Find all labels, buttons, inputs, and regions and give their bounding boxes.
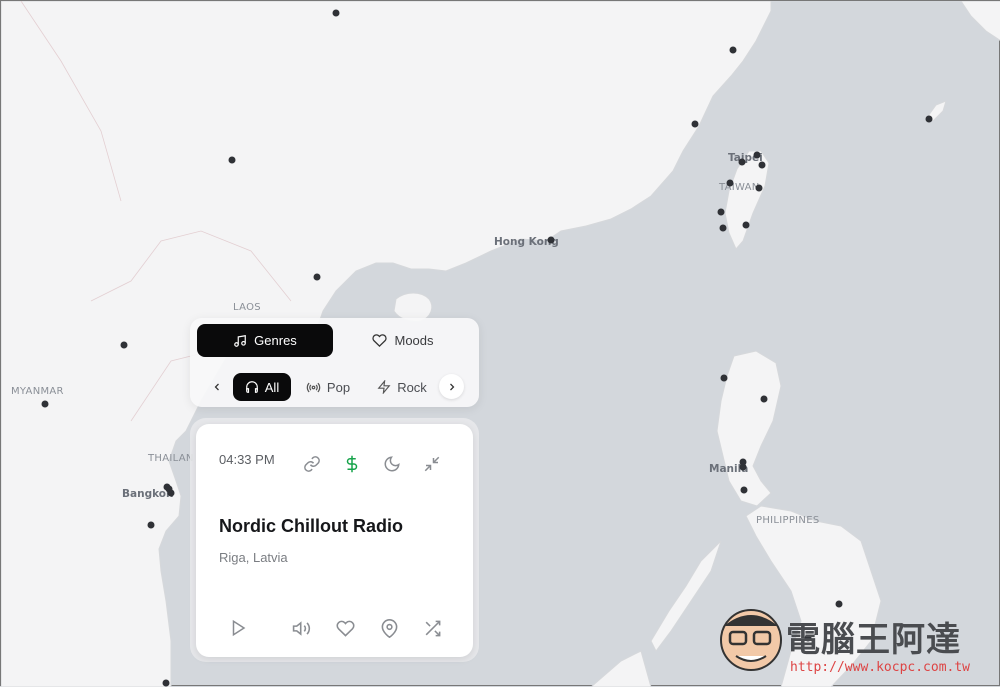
chevron-right-icon bbox=[449, 383, 454, 390]
locate-button[interactable] bbox=[377, 616, 401, 640]
station-card-frame: 04:33 PM Nordic Chillout Radio Riga, Lat… bbox=[190, 418, 479, 662]
station-marker[interactable] bbox=[691, 120, 699, 128]
station-marker[interactable] bbox=[547, 236, 555, 244]
station-marker[interactable] bbox=[925, 115, 933, 123]
station-marker[interactable] bbox=[760, 395, 768, 403]
volume-button[interactable] bbox=[289, 616, 313, 640]
headphones-icon bbox=[245, 381, 258, 393]
watermark-mascot bbox=[720, 609, 782, 671]
map-canvas[interactable]: LAOS MYANMAR THAILAN Bangkok Hong Kong T… bbox=[0, 0, 1000, 687]
station-marker[interactable] bbox=[835, 600, 843, 608]
dollar-icon bbox=[346, 455, 358, 473]
station-marker[interactable] bbox=[739, 463, 747, 471]
map-label-taiwan: TAIWAN bbox=[719, 182, 760, 193]
radio-waves-icon bbox=[306, 382, 321, 392]
tab-moods[interactable]: Moods bbox=[334, 324, 472, 357]
minimize-icon bbox=[424, 456, 440, 472]
chip-pop[interactable]: Pop bbox=[302, 373, 354, 401]
chevron-left-icon bbox=[214, 383, 219, 390]
link-icon bbox=[304, 456, 320, 472]
chip-all[interactable]: All bbox=[233, 373, 291, 401]
station-marker[interactable] bbox=[313, 273, 321, 281]
favorite-button[interactable] bbox=[333, 616, 357, 640]
shuffle-button[interactable] bbox=[420, 616, 444, 640]
station-marker[interactable] bbox=[738, 158, 746, 166]
play-icon bbox=[232, 619, 246, 637]
station-marker[interactable] bbox=[755, 184, 763, 192]
map-label-laos: LAOS bbox=[233, 302, 261, 313]
music-note-icon bbox=[234, 334, 247, 347]
play-button[interactable] bbox=[226, 616, 250, 640]
station-marker[interactable] bbox=[720, 374, 728, 382]
station-marker[interactable] bbox=[742, 221, 750, 229]
station-marker[interactable] bbox=[120, 341, 128, 349]
map-label-philippines: PHILIPPINES bbox=[756, 515, 820, 526]
station-marker[interactable] bbox=[753, 151, 761, 159]
scroll-right-button[interactable] bbox=[439, 374, 464, 399]
station-marker[interactable] bbox=[726, 179, 734, 187]
map-label-thailand: THAILAN bbox=[148, 453, 194, 464]
shuffle-icon bbox=[425, 620, 440, 636]
category-panel: Genres Moods All Pop Rock bbox=[190, 318, 479, 407]
tab-genres[interactable]: Genres bbox=[197, 324, 333, 357]
lightning-icon bbox=[377, 380, 391, 394]
station-card: 04:33 PM Nordic Chillout Radio Riga, Lat… bbox=[196, 424, 473, 657]
station-marker[interactable] bbox=[228, 156, 236, 164]
donate-button[interactable] bbox=[340, 452, 364, 476]
local-time: 04:33 PM bbox=[219, 452, 275, 467]
chip-pop-label: Pop bbox=[326, 379, 351, 395]
station-name: Nordic Chillout Radio bbox=[219, 516, 403, 536]
tab-genres-label: Genres bbox=[254, 333, 297, 348]
station-marker[interactable] bbox=[332, 9, 340, 17]
station-marker[interactable] bbox=[147, 521, 155, 529]
station-location: Riga, Latvia bbox=[219, 550, 288, 565]
moon-icon bbox=[384, 456, 400, 472]
scroll-left-button[interactable] bbox=[204, 374, 229, 399]
copy-link-button[interactable] bbox=[300, 452, 324, 476]
station-marker[interactable] bbox=[41, 400, 49, 408]
heart-icon bbox=[372, 334, 388, 347]
station-marker[interactable] bbox=[162, 679, 170, 687]
map-pin-icon bbox=[381, 618, 397, 638]
station-marker[interactable] bbox=[717, 208, 725, 216]
map-land bbox=[1, 1, 1000, 687]
station-marker[interactable] bbox=[165, 485, 173, 493]
tab-moods-label: Moods bbox=[394, 333, 434, 348]
watermark-url: http://www.kocpc.com.tw bbox=[790, 660, 971, 675]
chip-rock-label: Rock bbox=[397, 379, 427, 395]
station-marker[interactable] bbox=[729, 46, 737, 54]
station-marker[interactable] bbox=[740, 486, 748, 494]
collapse-button[interactable] bbox=[420, 452, 444, 476]
station-marker[interactable] bbox=[719, 224, 727, 232]
watermark-text: 電腦王阿達 bbox=[786, 620, 961, 660]
station-marker[interactable] bbox=[758, 161, 766, 169]
sleep-timer-button[interactable] bbox=[380, 452, 404, 476]
chip-rock[interactable]: Rock bbox=[373, 373, 431, 401]
heart-icon bbox=[335, 620, 355, 637]
volume-icon bbox=[292, 620, 310, 636]
chip-all-label: All bbox=[264, 379, 280, 395]
map-label-myanmar: MYANMAR bbox=[11, 386, 64, 397]
